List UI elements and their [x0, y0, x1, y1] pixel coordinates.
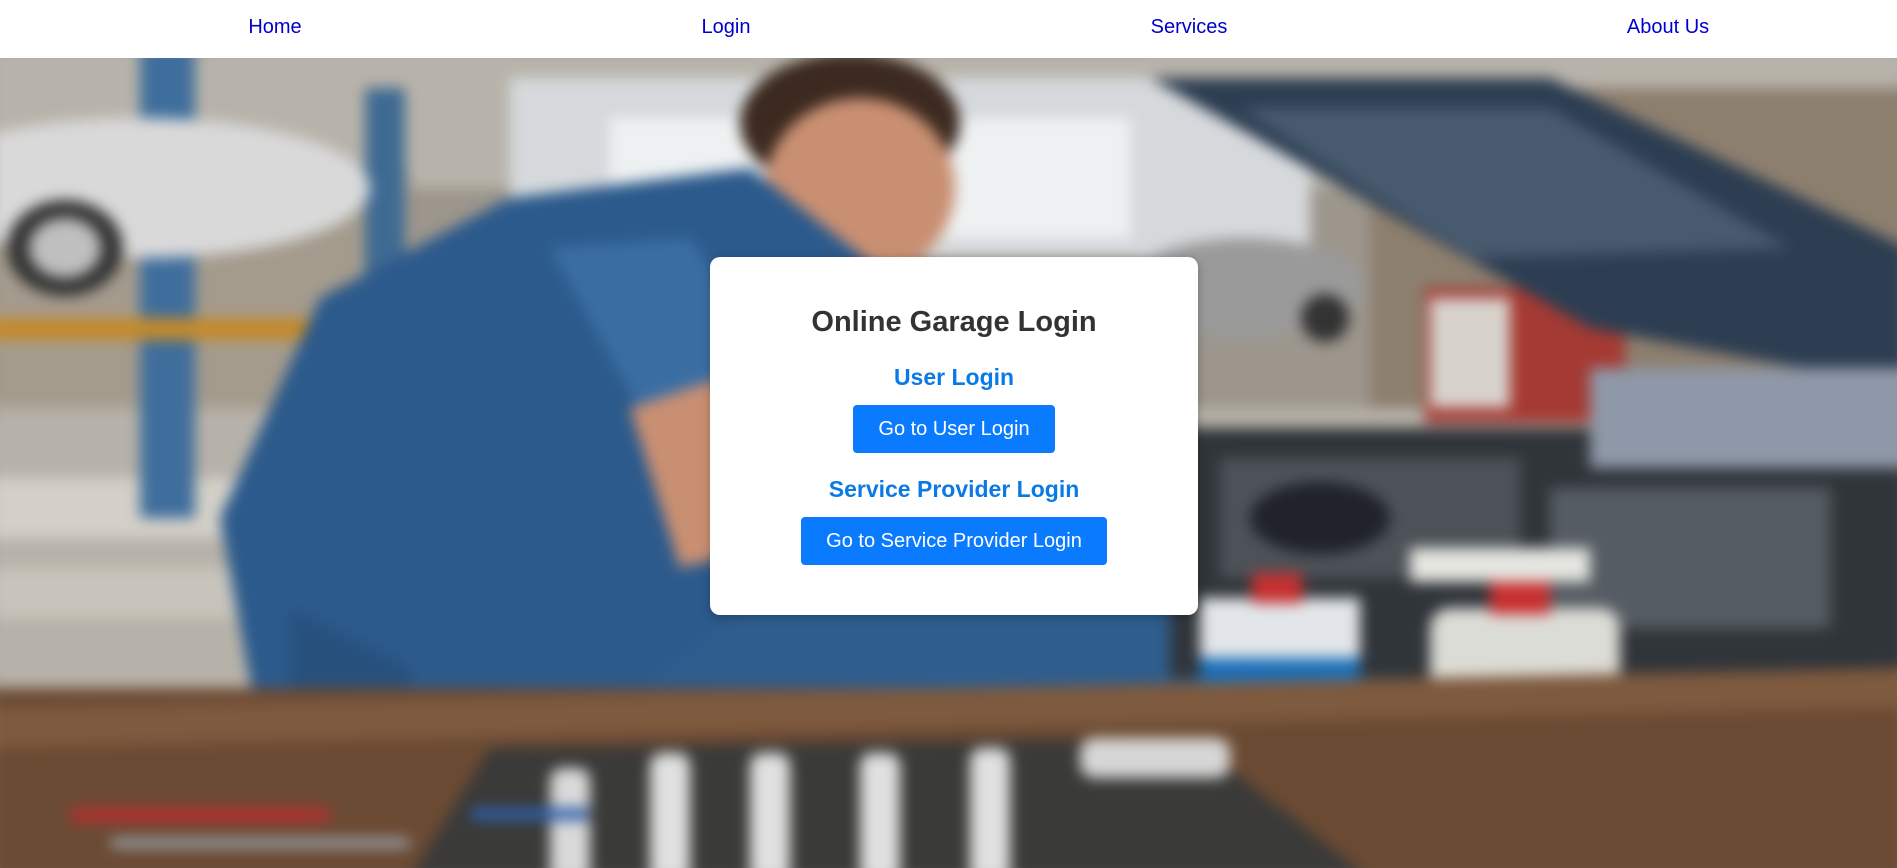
top-navbar: Home Login Services About Us — [0, 0, 1897, 58]
go-to-service-provider-login-button[interactable]: Go to Service Provider Login — [801, 517, 1107, 565]
login-card: Online Garage Login User Login Go to Use… — [710, 257, 1198, 615]
nav-link-home[interactable]: Home — [248, 15, 301, 39]
nav-link-about-us[interactable]: About Us — [1627, 15, 1709, 39]
service-provider-login-heading: Service Provider Login — [828, 476, 1080, 502]
nav-link-login[interactable]: Login — [702, 15, 751, 39]
nav-link-services[interactable]: Services — [1151, 15, 1228, 39]
go-to-user-login-button[interactable]: Go to User Login — [853, 405, 1055, 453]
user-login-heading: User Login — [893, 364, 1015, 390]
page-title: Online Garage Login — [811, 306, 1097, 338]
